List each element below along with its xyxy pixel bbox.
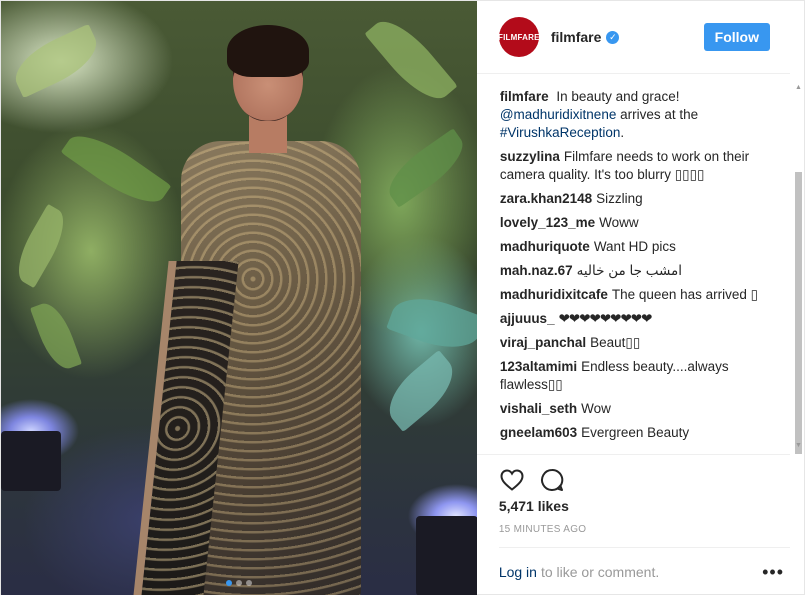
comment-text: ❤❤❤❤❤❤❤❤❤ [558, 311, 653, 327]
carousel-dot [235, 580, 242, 586]
comment-username[interactable]: vishali_seth [500, 401, 577, 416]
leaf-decoration [29, 297, 83, 375]
leaf-decoration [364, 9, 458, 111]
list-item: lovely_123_me Woww [500, 214, 790, 232]
comment-text: Woww [599, 215, 639, 231]
carousel-indicator [225, 580, 252, 586]
leaf-decoration [377, 349, 465, 433]
likes-count[interactable]: 5,471 likes [477, 494, 804, 514]
avatar-text: FILMFARE [498, 32, 540, 42]
comment-text: Sizzling [596, 191, 643, 207]
leaf-decoration [386, 286, 477, 360]
comment-text: Want HD pics [593, 239, 676, 255]
comment-username[interactable]: gneelam603 [500, 425, 577, 440]
carousel-dot [245, 580, 252, 586]
list-item: viraj_panchal Beaut▯▯ [500, 334, 790, 352]
person-figure [133, 21, 371, 595]
comment-text: Wow [581, 401, 611, 417]
caption-text: In beauty and grace! [556, 89, 680, 105]
comment-username[interactable]: 123altamimi [500, 359, 577, 374]
comments-list[interactable]: filmfare In beauty and grace! @madhuridi… [477, 74, 804, 455]
comment-username[interactable]: ajjuuus_ [500, 311, 555, 326]
comment-username[interactable]: zara.khan2148 [500, 191, 592, 206]
comment-text: امشب جا من خالیه [576, 263, 682, 279]
comment-username[interactable]: lovely_123_me [500, 215, 595, 230]
list-item: madhuridixitcafe The queen has arrived ▯ [500, 286, 790, 304]
list-item: madhuriquote Want HD pics [500, 238, 790, 256]
comment-username[interactable]: madhuridixitcafe [500, 287, 608, 302]
carousel-dot-active [225, 580, 232, 586]
scrollbar-thumb[interactable] [795, 172, 802, 455]
leaf-decoration [379, 128, 473, 208]
list-item: gneelam603 Evergreen Beauty [500, 424, 790, 442]
comment-text: Beaut▯▯ [590, 335, 641, 351]
comment-username[interactable]: mah.naz.67 [500, 263, 573, 278]
list-item: vishali_seth Wow [500, 400, 790, 418]
comment-text: Evergreen Beauty [581, 425, 690, 441]
username-link[interactable]: filmfare [551, 29, 602, 45]
action-bar [476, 454, 790, 494]
post-header: FILMFARE filmfare ✓ Follow [476, 1, 790, 75]
comment-text: The queen has arrived ▯ [611, 287, 759, 303]
caption-text: arrives at the [620, 107, 699, 123]
list-item: zara.khan2148 Sizzling [500, 190, 790, 208]
stage-light [416, 516, 477, 595]
caption-text: . [620, 125, 625, 141]
login-footer: Log in to like or comment. ••• [498, 547, 790, 595]
list-item: suzzylina Filmfare needs to work on their… [500, 148, 790, 184]
post-sidebar: FILMFARE filmfare ✓ Follow filmfare In b… [476, 1, 804, 595]
comment-username[interactable]: madhuriquote [500, 239, 590, 254]
heart-icon [500, 469, 524, 491]
login-link[interactable]: Log in [499, 564, 537, 580]
comment-bubble-icon [540, 468, 564, 491]
comment-username[interactable]: suzzylina [500, 149, 560, 164]
post-timestamp[interactable]: 15 MINUTES AGO [477, 514, 804, 535]
follow-button[interactable]: Follow [703, 23, 770, 52]
avatar[interactable]: FILMFARE [498, 17, 540, 58]
list-item: mah.naz.67 امشب جا من خالیه [500, 262, 790, 280]
stage-light [1, 431, 61, 491]
list-item: ajjuuus_ ❤❤❤❤❤❤❤❤❤ [500, 310, 790, 328]
more-options-icon[interactable]: ••• [762, 563, 784, 581]
list-item: 123altamimi Endless beauty....always flaw… [500, 358, 790, 394]
post-photo[interactable] [1, 1, 477, 595]
hashtag-link[interactable]: #VirushkaReception [500, 125, 621, 140]
comment-username[interactable]: viraj_panchal [500, 335, 586, 350]
comment-button[interactable] [539, 467, 565, 493]
scroll-down-icon[interactable]: ▼ [795, 442, 802, 449]
verified-badge-icon: ✓ [606, 30, 620, 44]
leaf-decoration [6, 23, 106, 99]
like-button[interactable] [499, 467, 525, 493]
caption-username[interactable]: filmfare [500, 89, 549, 104]
instagram-post: FILMFARE filmfare ✓ Follow filmfare In b… [0, 0, 805, 595]
mention-link[interactable]: @madhuridixitnene [500, 107, 617, 122]
scroll-up-icon[interactable]: ▲ [795, 84, 802, 91]
login-prompt-text: to like or comment. [540, 564, 660, 581]
caption: filmfare In beauty and grace! @madhuridi… [500, 88, 790, 142]
leaf-decoration [8, 203, 74, 289]
